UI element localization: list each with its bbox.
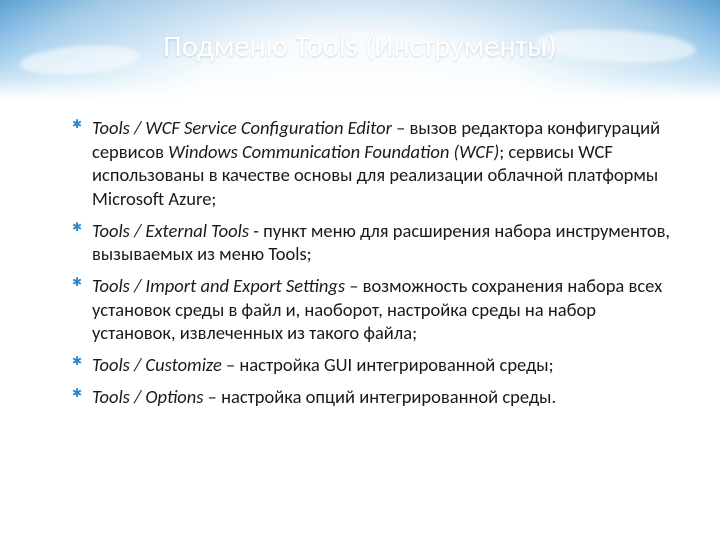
list-item: Tools / WCF Service Configuration Editor… [72,116,676,211]
list-item: Tools / Options – настройка опций интегр… [72,385,676,409]
list-item: Tools / External Tools - пункт меню для … [72,219,676,266]
item-tail-text: – настройка опций интегрированной среды. [203,385,556,408]
list-item: Tools / Customize – настройка GUI интегр… [72,353,676,377]
slide-body: Tools / WCF Service Configuration Editor… [72,116,676,416]
item-lead-text: Tools / Options [92,385,203,408]
list-item: Tools / Import and Export Settings – воз… [72,274,676,345]
item-lead-text-2: Windows Communication Foundation (WCF) [168,140,499,163]
slide: Подменю Tools (Инструменты) Tools / WCF … [0,0,720,540]
item-lead-text: Tools / Customize [92,353,222,376]
slide-title: Подменю Tools (Инструменты) [0,28,720,65]
item-lead-text: Tools / External Tools [92,219,249,242]
item-lead-text: Tools / WCF Service Configuration Editor [92,116,392,139]
bullet-list: Tools / WCF Service Configuration Editor… [72,116,676,408]
item-lead-text: Tools / Import and Export Settings [92,274,345,297]
item-tail-text: – настройка GUI интегрированной среды; [222,353,554,376]
